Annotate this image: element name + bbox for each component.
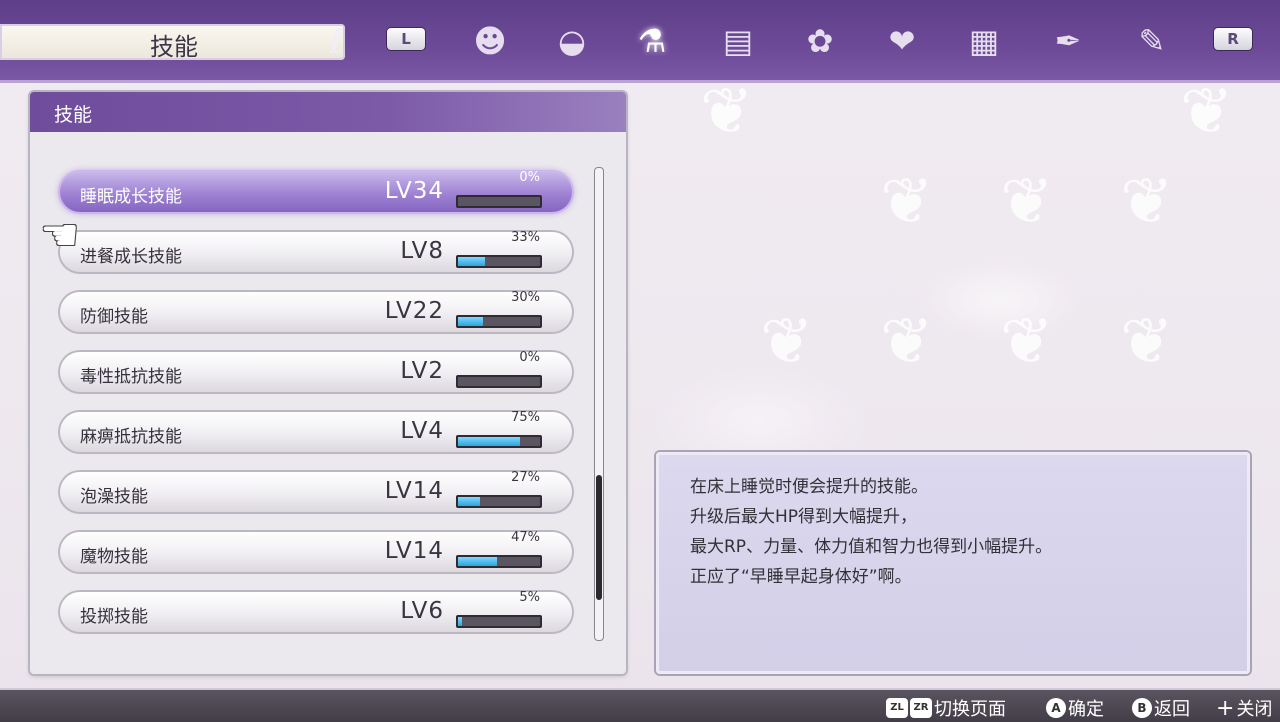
zl-button-icon: ZL (886, 698, 908, 718)
lotus-ornament-icon: ❦ (1120, 165, 1174, 239)
skill-progress-bar (456, 615, 542, 628)
skill-description-box: 在床上睡觉时便会提升的技能。 升级后最大HP得到大幅提升， 最大RP、力量、体力… (656, 452, 1250, 674)
skill-row[interactable]: 魔物技能 LV14 47% (60, 530, 572, 572)
swirl-ornament-icon: ℓ (330, 22, 345, 62)
confirm-label: 确定 (1068, 699, 1104, 720)
skill-progress-fill (458, 437, 520, 446)
skill-name: 投掷技能 (80, 607, 148, 627)
skill-percent: 47% (511, 530, 540, 545)
skill-progress-fill (458, 557, 497, 566)
pouch-icon[interactable]: ◒ (548, 18, 596, 64)
lotus-ornament-icon: ❦ (880, 305, 934, 379)
list-scrollbar[interactable] (594, 167, 604, 641)
panel-header: 技能 (30, 92, 626, 132)
lotus-ornament-icon: ❦ (1120, 305, 1174, 379)
lotus-ornament-icon: ❦ (1180, 75, 1234, 149)
b-button-icon: B (1132, 698, 1152, 718)
switch-page-label: 切换页面 (934, 699, 1006, 720)
description-line: 最大RP、力量、体力值和智力也得到小幅提升。 (690, 537, 1053, 557)
quill-icon[interactable]: ✒ (1044, 18, 1092, 64)
a-button-icon: A (1046, 698, 1066, 718)
settings-wrench-icon[interactable]: ✎ (1128, 18, 1176, 64)
skill-progress-bar (456, 435, 542, 448)
skill-row[interactable]: 防御技能 LV22 30% (60, 290, 572, 332)
skill-name: 睡眠成长技能 (80, 187, 182, 207)
friendship-icon[interactable]: ❤ (878, 18, 926, 64)
monsters-icon[interactable]: ✿ (796, 18, 844, 64)
skill-level: LV14 (384, 478, 444, 504)
zr-button-icon: ZR (910, 698, 932, 718)
skill-level: LV6 (400, 598, 444, 624)
skill-name: 麻痹抵抗技能 (80, 427, 182, 447)
close-label: 关闭 (1236, 699, 1273, 720)
confirm-hint[interactable]: A 确定 (1046, 695, 1104, 721)
skill-name: 进餐成长技能 (80, 247, 182, 267)
skill-level: LV14 (384, 538, 444, 564)
skills-icon[interactable]: ⚗ (628, 18, 676, 64)
lotus-ornament-icon: ❦ (880, 165, 934, 239)
recipe-card-icon[interactable]: ▦ (960, 18, 1008, 64)
skill-row[interactable]: 睡眠成长技能 LV34 0% (60, 170, 572, 212)
back-hint[interactable]: B 返回 (1132, 695, 1190, 721)
back-label: 返回 (1154, 699, 1190, 720)
skill-row[interactable]: 投掷技能 LV6 5% (60, 590, 572, 632)
skill-percent: 5% (519, 590, 540, 605)
skill-progress-fill (458, 617, 463, 626)
skill-progress-bar (456, 495, 542, 508)
skill-progress-bar (456, 195, 542, 208)
skills-panel: 技能 睡眠成长技能 LV34 0% 进餐成长技能 LV8 33% 防御技能 LV… (30, 92, 626, 674)
skill-row[interactable]: 麻痹抵抗技能 LV4 75% (60, 410, 572, 452)
skill-level: LV2 (400, 358, 444, 384)
pointing-hand-cursor-icon: ☚ (40, 210, 80, 261)
skill-level: LV22 (384, 298, 444, 324)
skill-progress-fill (458, 497, 481, 506)
skill-name: 魔物技能 (80, 547, 148, 567)
skill-name: 泡澡技能 (80, 487, 148, 507)
skill-percent: 0% (519, 350, 540, 365)
r-shoulder-button[interactable]: R (1214, 28, 1252, 50)
skill-name: 毒性抵抗技能 (80, 367, 182, 387)
close-hint[interactable]: + 关闭 (1216, 695, 1272, 721)
skill-row[interactable]: 进餐成长技能 LV8 33% (60, 230, 572, 272)
skill-percent: 33% (511, 230, 540, 245)
skill-level: LV34 (384, 178, 444, 204)
skill-percent: 75% (511, 410, 540, 425)
skill-progress-bar (456, 255, 542, 268)
lotus-ornament-icon: ❦ (1000, 165, 1054, 239)
skill-percent: 0% (519, 170, 540, 185)
lotus-ornament-icon: ❦ (700, 75, 754, 149)
skill-percent: 27% (511, 470, 540, 485)
scrollbar-thumb[interactable] (596, 475, 602, 600)
skill-progress-fill (458, 257, 486, 266)
description-line: 正应了“早睡早起身体好”啊。 (690, 567, 912, 587)
skill-progress-fill (458, 317, 483, 326)
switch-page-hint[interactable]: ZL ZR 切换页面 (886, 695, 1006, 721)
plus-button-icon: + (1216, 695, 1235, 721)
l-shoulder-button[interactable]: L (387, 28, 425, 50)
skill-level: LV8 (400, 238, 444, 264)
skill-progress-bar (456, 555, 542, 568)
description-line: 升级后最大HP得到大幅提升， (690, 507, 918, 527)
notebook-icon[interactable]: ▤ (714, 18, 762, 64)
top-menu-bar: 技能 ℓ L ☻ ◒ ⚗ ▤ ✿ ❤ ▦ ✒ ✎ R (0, 0, 1280, 83)
skill-row[interactable]: 毒性抵抗技能 LV2 0% (60, 350, 572, 392)
skill-progress-bar (456, 315, 542, 328)
farmer-face-icon[interactable]: ☻ (466, 18, 514, 64)
menu-title-plate: 技能 (0, 24, 345, 61)
description-line: 在床上睡觉时便会提升的技能。 (690, 477, 928, 497)
button-hint-bar: ZL ZR 切换页面 A 确定 B 返回 + 关闭 (0, 688, 1280, 722)
menu-title: 技能 (150, 33, 198, 61)
skill-progress-bar (456, 375, 542, 388)
skill-name: 防御技能 (80, 307, 148, 327)
skill-row[interactable]: 泡澡技能 LV14 27% (60, 470, 572, 512)
lotus-ornament-icon: ❦ (1000, 305, 1054, 379)
lotus-ornament-icon: ❦ (760, 305, 814, 379)
panel-title: 技能 (54, 104, 93, 126)
skill-percent: 30% (511, 290, 540, 305)
skill-level: LV4 (400, 418, 444, 444)
